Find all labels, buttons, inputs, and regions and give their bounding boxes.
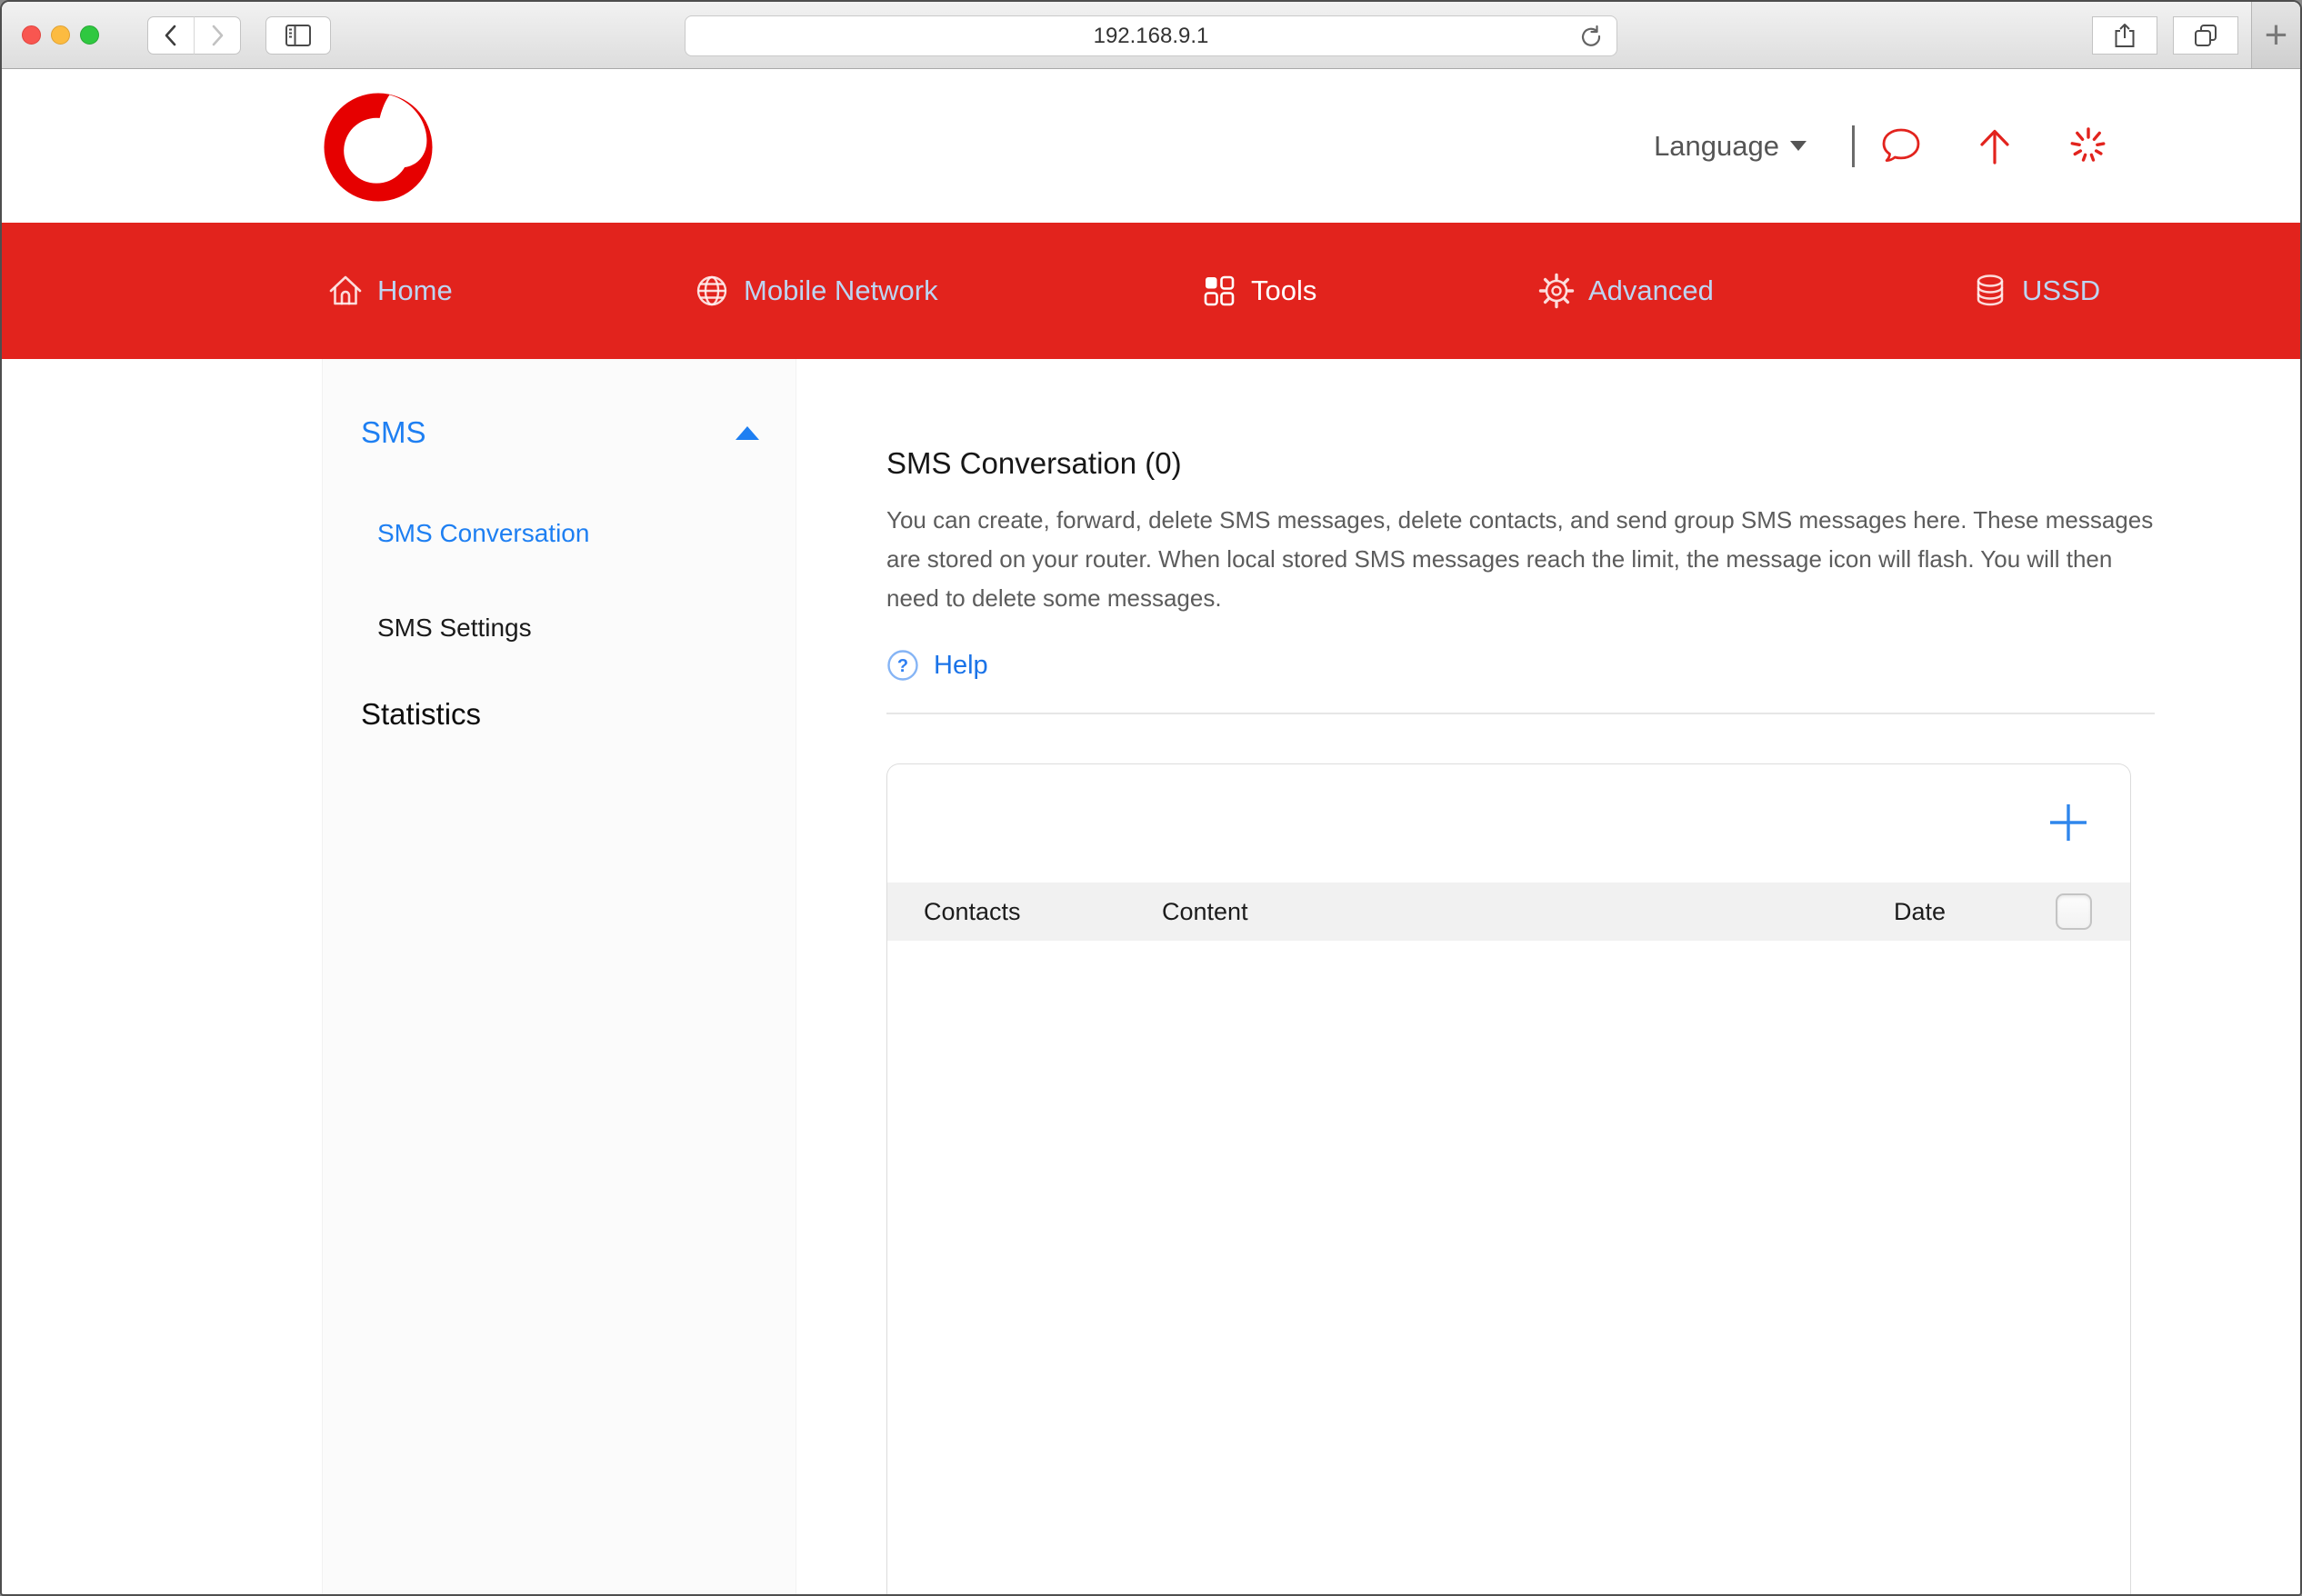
- header-controls: Language: [1654, 69, 2109, 223]
- back-button[interactable]: [147, 16, 195, 55]
- forward-chevron-icon: [205, 24, 229, 47]
- forward-button[interactable]: [194, 16, 241, 55]
- nav-label: Advanced: [1588, 274, 1714, 307]
- nav-label: USSD: [2022, 274, 2100, 307]
- url-text: 192.168.9.1: [1094, 24, 1209, 49]
- question-mark-icon: ?: [886, 649, 919, 682]
- back-chevron-icon: [159, 24, 183, 47]
- help-label: Help: [934, 651, 988, 681]
- table-body-empty: [887, 941, 2130, 1596]
- vodafone-logo: [322, 91, 435, 204]
- share-button[interactable]: [2092, 16, 2157, 55]
- sms-table-card: Contacts Content Date: [886, 763, 2131, 1596]
- nav-item-home[interactable]: Home: [326, 223, 453, 359]
- sidebar-item-sms-conversation[interactable]: SMS Conversation: [377, 519, 589, 548]
- sidebar-item-statistics[interactable]: Statistics: [361, 697, 481, 732]
- page-body: SMS SMS Conversation SMS Settings Statis…: [2, 359, 2300, 1596]
- address-bar[interactable]: 192.168.9.1: [685, 15, 1617, 56]
- sidebar-toggle-button[interactable]: [265, 16, 331, 55]
- page-title: SMS Conversation (0): [886, 359, 2155, 481]
- help-link[interactable]: ? Help: [886, 649, 1023, 682]
- select-all-checkbox[interactable]: [2056, 893, 2092, 930]
- column-header-contacts: Contacts: [924, 898, 1162, 926]
- new-tab-button[interactable]: +: [2251, 2, 2300, 68]
- browser-toolbar: 192.168.9.1: [2, 2, 2300, 69]
- upload-arrow-icon[interactable]: [1975, 126, 2015, 166]
- nav-label: Tools: [1251, 274, 1316, 307]
- nav-item-advanced[interactable]: Advanced: [1537, 223, 1714, 359]
- main-content: SMS Conversation (0) You can create, for…: [886, 359, 2155, 1596]
- new-message-button[interactable]: [2047, 801, 2090, 844]
- nav-item-mobile-network[interactable]: Mobile Network: [693, 223, 938, 359]
- sidebar-item-label: SMS Settings: [377, 613, 532, 642]
- traffic-lights: [22, 2, 99, 68]
- sidebar-item-label: SMS Conversation: [377, 519, 589, 547]
- grid-icon: [1200, 272, 1238, 310]
- globe-icon: [693, 272, 731, 310]
- page-description: You can create, forward, delete SMS mess…: [886, 501, 2159, 618]
- sidebar-item-sms[interactable]: SMS: [361, 415, 759, 450]
- table-toolbar: [887, 764, 2130, 883]
- gear-icon: [1537, 272, 1576, 310]
- collapse-arrow-icon[interactable]: [736, 426, 759, 440]
- language-selector[interactable]: Language: [1654, 130, 1807, 163]
- header-divider: [1852, 125, 1855, 167]
- close-window-button[interactable]: [22, 25, 41, 45]
- nav-item-tools[interactable]: Tools: [1200, 223, 1316, 359]
- sidebar-sms-label: SMS: [361, 415, 426, 450]
- nav-label: Mobile Network: [744, 274, 938, 307]
- loading-spinner-icon: [2067, 125, 2109, 167]
- svg-text:?: ?: [897, 656, 908, 676]
- zoom-window-button[interactable]: [80, 25, 99, 45]
- message-bubble-icon[interactable]: [1880, 127, 1922, 165]
- home-icon: [326, 272, 365, 310]
- site-header: Language: [2, 69, 2300, 223]
- chevron-down-icon: [1790, 141, 1807, 151]
- sidebar-item-sms-settings[interactable]: SMS Settings: [377, 613, 532, 643]
- section-divider: [886, 713, 2155, 714]
- column-header-date: Date: [1894, 898, 2056, 926]
- sidebar: SMS SMS Conversation SMS Settings Statis…: [322, 359, 796, 1596]
- main-navigation: Home Mobile Network: [2, 223, 2300, 359]
- minimize-window-button[interactable]: [51, 25, 70, 45]
- reload-icon[interactable]: [1578, 24, 1604, 55]
- browser-window: 192.168.9.1: [0, 0, 2302, 1596]
- nav-label: Home: [377, 274, 453, 307]
- language-label: Language: [1654, 130, 1779, 163]
- database-icon: [1971, 272, 2009, 310]
- sidebar-item-label: Statistics: [361, 697, 481, 731]
- tabs-icon: [2192, 22, 2219, 49]
- share-icon: [2112, 22, 2137, 49]
- column-header-content: Content: [1162, 898, 1894, 926]
- table-header-row: Contacts Content Date: [887, 883, 2130, 941]
- header-icons: [1880, 125, 2109, 167]
- tab-overview-button[interactable]: [2173, 16, 2238, 55]
- nav-item-ussd[interactable]: USSD: [1971, 223, 2100, 359]
- sidebar-panel-icon: [283, 23, 314, 48]
- plus-glyph: +: [2265, 13, 2288, 58]
